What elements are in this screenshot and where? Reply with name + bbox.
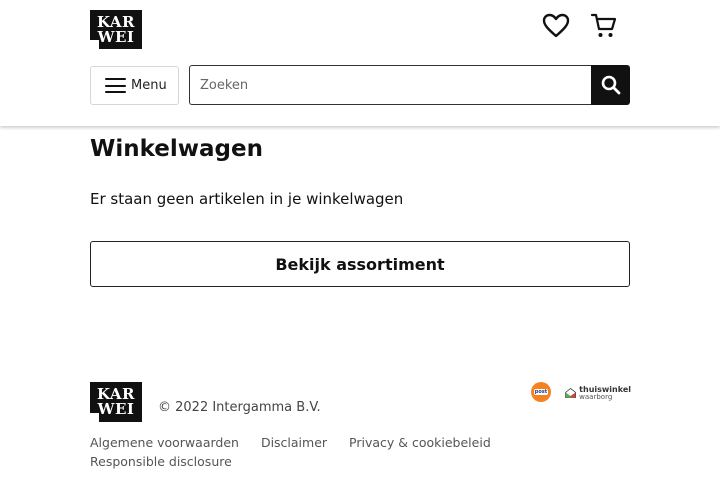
empty-cart-message: Er staan geen artikelen in je winkelwage… [90, 190, 404, 208]
thuiswinkel-badge[interactable]: thuiswinkel waarborg [565, 382, 631, 404]
privacy-link[interactable]: Privacy & cookiebeleid [349, 433, 491, 452]
waarborg-label: waarborg [579, 392, 613, 401]
cart-button[interactable] [588, 10, 620, 42]
favorites-button[interactable] [540, 10, 572, 42]
view-assortment-button[interactable]: Bekijk assortiment [90, 241, 630, 287]
logo-text-line2: WEI [97, 27, 135, 46]
footer-logo[interactable]: KAR WEI [90, 382, 142, 422]
search-icon [601, 75, 620, 95]
terms-link[interactable]: Algemene voorwaarden [90, 433, 239, 452]
site-header: KAR WEI Menu [0, 0, 720, 126]
disclaimer-link[interactable]: Disclaimer [261, 433, 327, 452]
footer-links: Algemene voorwaarden Disclaimer Privacy … [90, 433, 550, 471]
house-icon [565, 387, 577, 398]
menu-button[interactable]: Menu [90, 66, 179, 105]
search-input[interactable] [189, 65, 591, 105]
responsible-disclosure-link[interactable]: Responsible disclosure [90, 452, 232, 471]
heart-icon [542, 13, 570, 38]
karwei-logo[interactable]: KAR WEI [90, 10, 142, 49]
page-title: Winkelwagen [90, 136, 263, 162]
footer-logo-text-line2: WEI [97, 400, 135, 418]
copyright-text: © 2022 Intergamma B.V. [158, 400, 321, 415]
search-button[interactable] [591, 65, 630, 105]
shopping-cart-icon [590, 13, 617, 37]
hamburger-icon [105, 78, 126, 93]
postnl-badge: post [531, 382, 551, 402]
menu-label: Menu [131, 78, 167, 93]
postnl-label: post [533, 389, 549, 395]
